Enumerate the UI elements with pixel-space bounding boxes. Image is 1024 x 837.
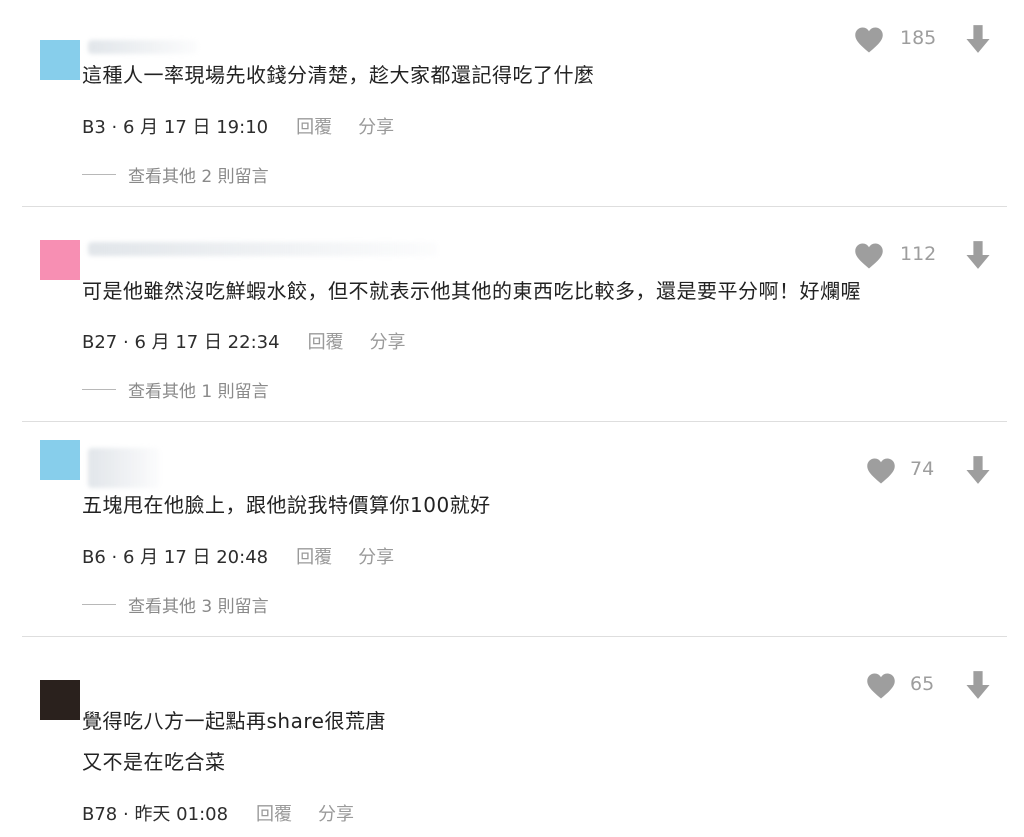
avatar[interactable]	[40, 440, 80, 480]
down-arrow-icon[interactable]	[964, 240, 992, 270]
down-arrow-icon[interactable]	[964, 670, 992, 700]
divider	[22, 421, 1007, 422]
reply-button[interactable]: 回覆	[308, 332, 344, 353]
comment-time: 6 月 17 日 22:34	[134, 332, 280, 353]
heart-icon[interactable]	[866, 672, 896, 700]
view-replies-label: 查看其他 1 則留言	[128, 382, 269, 402]
comment-time: 昨天 01:08	[134, 804, 229, 825]
like-count: 74	[910, 458, 935, 480]
like-count: 112	[900, 243, 937, 265]
view-replies-link[interactable]: 查看其他 2 則留言	[82, 162, 269, 187]
avatar[interactable]	[40, 680, 80, 720]
comment-text: 覺得吃八方一起點再share很荒唐	[82, 709, 386, 733]
blurred-username	[88, 242, 438, 256]
comment-meta: B3 · 6 月 17 日 19:10 回覆 分享	[82, 117, 395, 138]
floor-label: B78	[82, 804, 118, 825]
comment-meta: B78 · 昨天 01:08 回覆 分享	[82, 804, 355, 825]
like-count: 65	[910, 673, 935, 695]
share-button[interactable]: 分享	[358, 117, 394, 138]
comment-time: 6 月 17 日 20:48	[122, 547, 269, 568]
blurred-username	[88, 40, 198, 54]
share-button[interactable]: 分享	[318, 804, 354, 825]
divider	[22, 206, 1007, 207]
comment-text: 這種人一率現場先收錢分清楚，趁大家都還記得吃了什麼	[82, 63, 595, 87]
blurred-username	[88, 448, 160, 488]
floor-label: B27	[82, 332, 118, 353]
floor-label: B6	[82, 547, 106, 568]
like-count: 185	[900, 27, 937, 49]
comment-text: 可是他雖然沒吃鮮蝦水餃，但不就表示他其他的東西吃比較多，還是要平分啊！好爛喔	[82, 279, 861, 303]
view-replies-label: 查看其他 3 則留言	[128, 597, 269, 617]
view-replies-label: 查看其他 2 則留言	[128, 167, 269, 187]
avatar[interactable]	[40, 40, 80, 80]
heart-icon[interactable]	[854, 26, 884, 54]
reply-button[interactable]: 回覆	[296, 547, 332, 568]
replies-dash	[82, 604, 116, 605]
floor-label: B3	[82, 117, 106, 138]
down-arrow-icon[interactable]	[964, 24, 992, 54]
heart-icon[interactable]	[866, 457, 896, 485]
comment-text-line-2: 又不是在吃合菜	[82, 750, 226, 774]
reply-button[interactable]: 回覆	[296, 117, 332, 138]
comment-text: 五塊甩在他臉上，跟他說我特價算你100就好	[82, 493, 491, 517]
down-arrow-icon[interactable]	[964, 455, 992, 485]
share-button[interactable]: 分享	[370, 332, 406, 353]
view-replies-link[interactable]: 查看其他 1 則留言	[82, 377, 269, 402]
comment-time: 6 月 17 日 19:10	[122, 117, 269, 138]
replies-dash	[82, 174, 116, 175]
comment-meta: B6 · 6 月 17 日 20:48 回覆 分享	[82, 547, 395, 568]
reply-button[interactable]: 回覆	[256, 804, 292, 825]
replies-dash	[82, 389, 116, 390]
divider	[22, 636, 1007, 637]
heart-icon[interactable]	[854, 242, 884, 270]
view-replies-link[interactable]: 查看其他 3 則留言	[82, 592, 269, 617]
avatar[interactable]	[40, 240, 80, 280]
comment-meta: B27 · 6 月 17 日 22:34 回覆 分享	[82, 332, 406, 353]
share-button[interactable]: 分享	[358, 547, 394, 568]
